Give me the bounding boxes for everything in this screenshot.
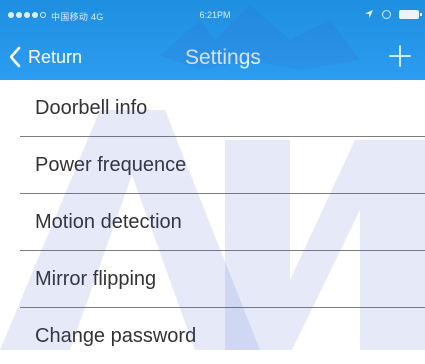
- plus-icon[interactable]: [387, 43, 413, 69]
- back-button[interactable]: Return: [8, 42, 82, 72]
- status-indicators: [364, 9, 422, 19]
- settings-item-label: Power frequence: [35, 153, 187, 176]
- settings-item-label: Mirror flipping: [35, 267, 157, 290]
- settings-item-label: Motion detection: [35, 210, 182, 233]
- status-bar: 中国移动 4G 6:21PM: [0, 0, 425, 34]
- settings-item-motion-detection[interactable]: Motion detection: [20, 194, 425, 251]
- carrier-label: 中国移动 4G: [51, 12, 104, 22]
- alarm-icon: [382, 9, 391, 19]
- settings-item-change-password[interactable]: Change password: [20, 308, 425, 364]
- status-time: 6:21PM: [199, 10, 231, 20]
- settings-item-mirror-flipping[interactable]: Mirror flipping: [20, 251, 425, 308]
- settings-item-doorbell-info[interactable]: Doorbell info: [20, 80, 425, 137]
- settings-item-power-frequence[interactable]: Power frequence: [20, 137, 425, 194]
- page-title: Settings: [185, 46, 261, 69]
- battery-icon: [399, 9, 422, 19]
- settings-list: Doorbell info Power frequence Motion det…: [0, 80, 425, 364]
- settings-item-label: Doorbell info: [35, 96, 148, 119]
- location-arrow-icon: [365, 10, 373, 18]
- signal-strength-icon: [8, 12, 46, 18]
- back-label: Return: [28, 46, 83, 67]
- app-header: 中国移动 4G 6:21PM Return Settings: [0, 0, 425, 80]
- chevron-left-icon: [9, 46, 21, 68]
- settings-item-label: Change password: [35, 325, 197, 347]
- navigation-bar: Return Settings: [0, 34, 425, 80]
